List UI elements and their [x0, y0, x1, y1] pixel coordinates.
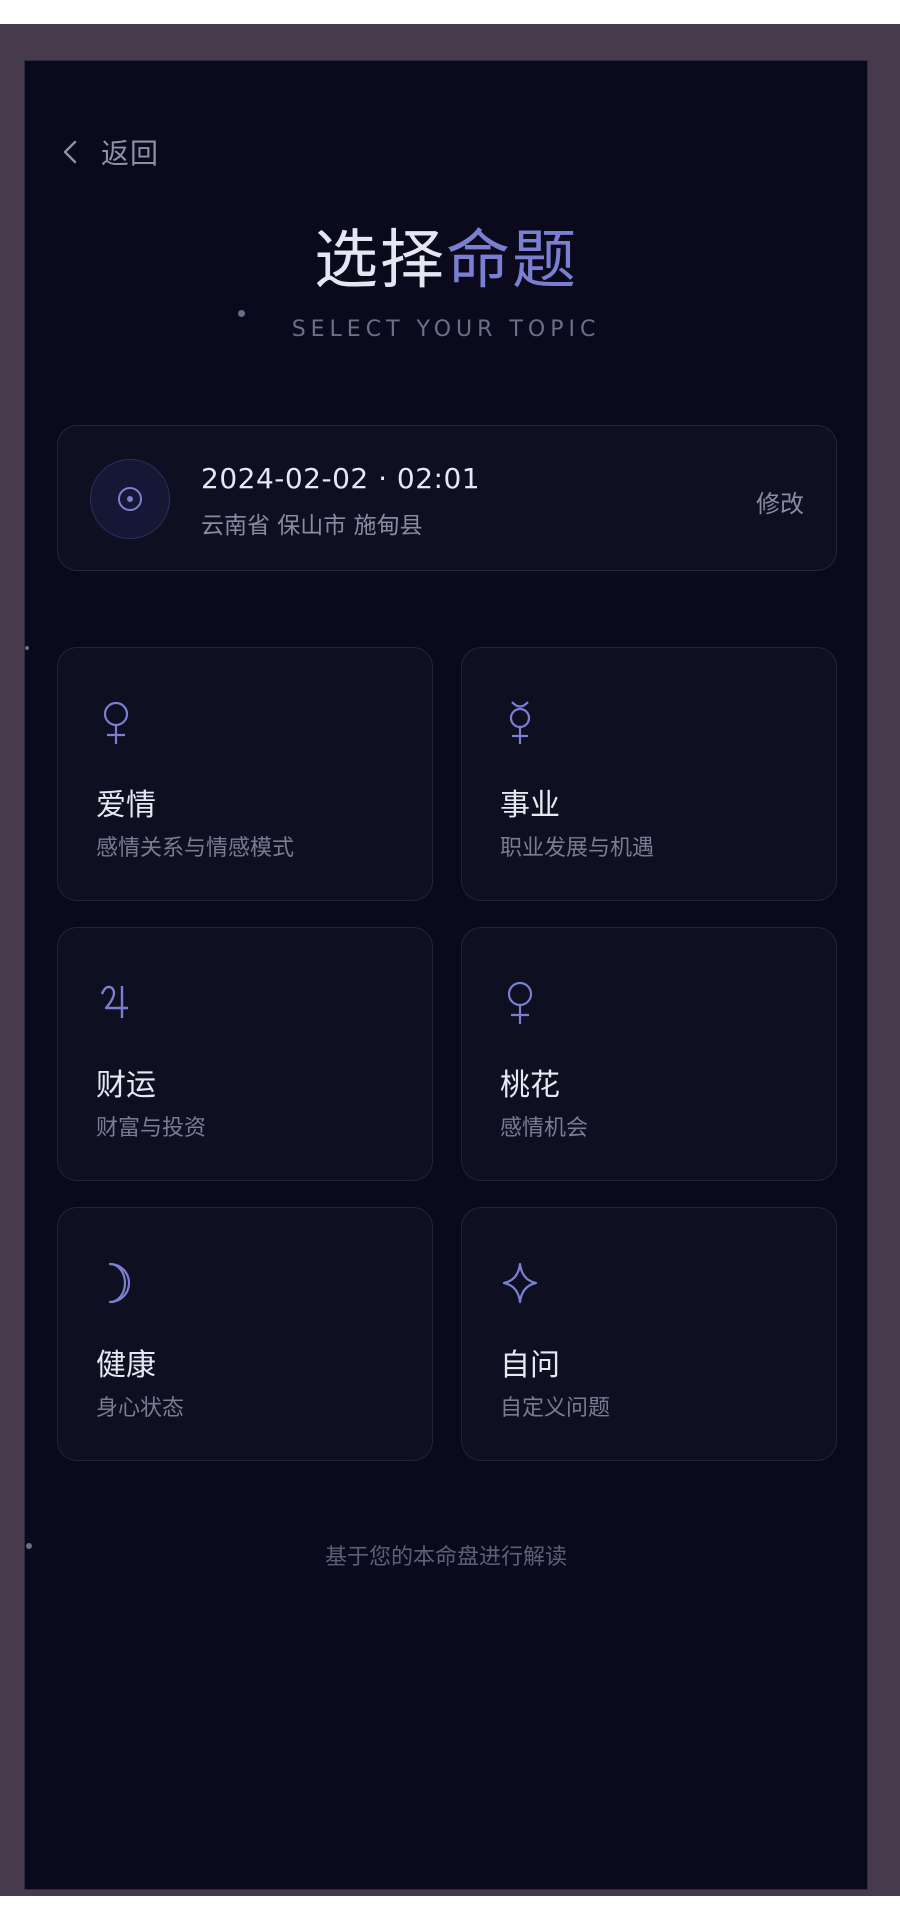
crescent-moon-icon [108, 1262, 131, 1304]
venus-icon [507, 981, 533, 1024]
topic-desc: 财富与投资 [96, 1116, 207, 1141]
back-label: 返回 [101, 137, 160, 170]
mercury-icon [509, 701, 531, 744]
topic-card-love[interactable]: 爱情 感情关系与情感模式 [57, 647, 433, 901]
page-subtitle: SELECT YOUR TOPIC [291, 317, 601, 342]
sun-symbol-icon [118, 487, 142, 511]
topic-card-custom-question[interactable]: 自问 自定义问题 [461, 1207, 837, 1461]
chevron-left-icon [63, 140, 77, 164]
birth-info-card: 2024-02-02 · 02:01 云南省 保山市 施甸县 修改 [57, 425, 837, 571]
topic-title: 健康 [96, 1348, 156, 1383]
footer-note: 基于您的本命盘进行解读 [324, 1545, 567, 1570]
topic-title: 桃花 [500, 1068, 560, 1103]
topic-desc: 自定义问题 [500, 1396, 611, 1421]
birth-chart-avatar [90, 459, 170, 539]
topic-card-career[interactable]: 事业 职业发展与机遇 [461, 647, 837, 901]
page-title-accent: 命题 [446, 224, 578, 298]
star-decoration [26, 1543, 32, 1549]
topic-title: 自问 [500, 1348, 560, 1383]
topic-desc: 感情机会 [500, 1116, 589, 1141]
jupiter-icon [100, 985, 128, 1018]
topic-card-romance[interactable]: 桃花 感情机会 [461, 927, 837, 1181]
sparkle-star-icon [502, 1262, 538, 1304]
topic-desc: 职业发展与机遇 [500, 836, 655, 861]
topic-title: 爱情 [96, 788, 156, 823]
star-decoration [25, 646, 29, 650]
back-button[interactable]: 返回 [61, 127, 159, 177]
page-title-main: 选择 [314, 224, 446, 298]
topic-card-wealth[interactable]: 财运 财富与投资 [57, 927, 433, 1181]
topic-title: 财运 [96, 1068, 156, 1103]
venus-icon [103, 701, 129, 744]
page-title: 选择命题 [25, 229, 867, 293]
edit-birth-info-button[interactable]: 修改 [756, 484, 804, 519]
topic-grid: 爱情 感情关系与情感模式 事业 职业发展与机遇 财运 财富与投资 桃花 感情机会… [57, 647, 837, 1461]
star-decoration [238, 310, 245, 317]
birth-datetime: 2024-02-02 · 02:01 [201, 462, 481, 495]
device-frame: 返回 选择命题 SELECT YOUR TOPIC 2024-02-02 · 0… [0, 24, 900, 1896]
app-screen: 返回 选择命题 SELECT YOUR TOPIC 2024-02-02 · 0… [24, 60, 868, 1890]
topic-desc: 身心状态 [96, 1396, 185, 1421]
topic-card-health[interactable]: 健康 身心状态 [57, 1207, 433, 1461]
birth-location: 云南省 保山市 施甸县 [201, 513, 423, 539]
topic-title: 事业 [500, 788, 560, 823]
topic-desc: 感情关系与情感模式 [96, 836, 295, 861]
